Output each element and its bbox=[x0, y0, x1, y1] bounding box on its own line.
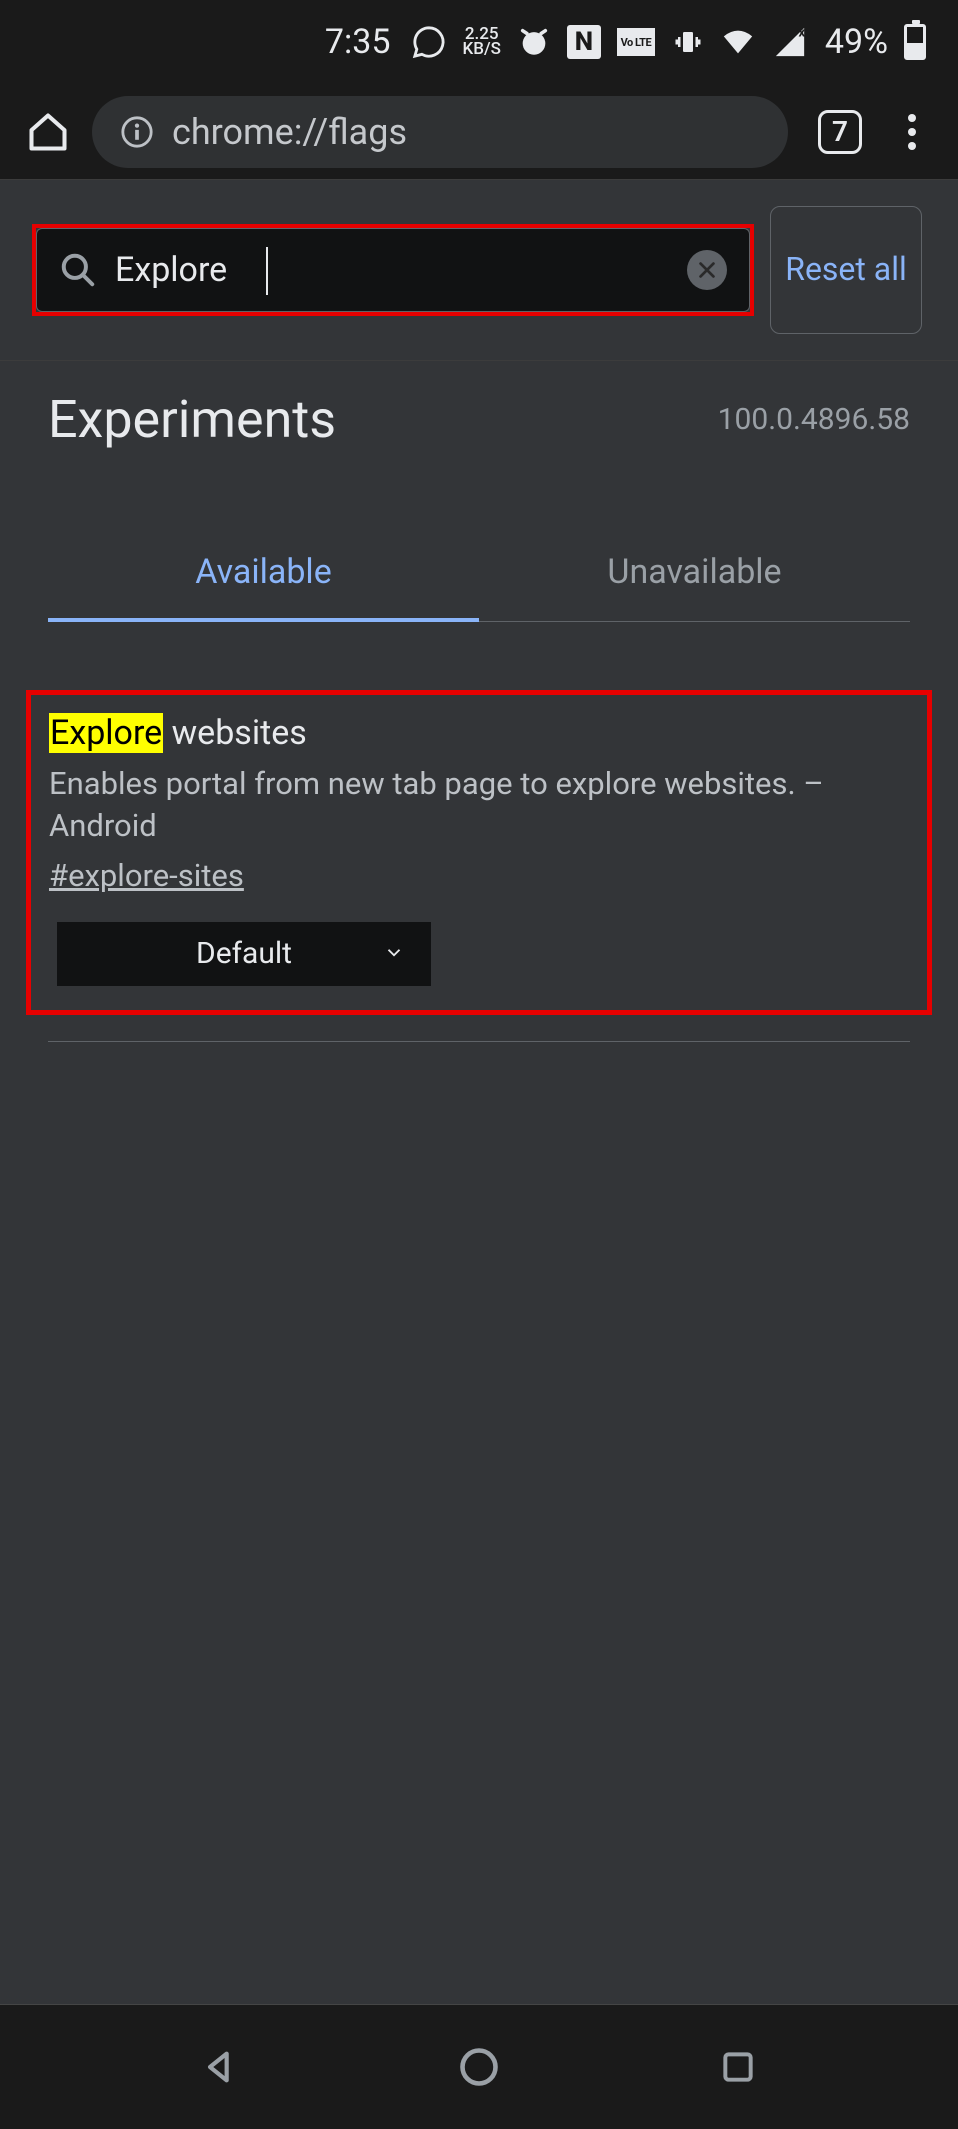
annotation-highlight: Explore websites Enables portal from new… bbox=[26, 690, 932, 1015]
page-header: Experiments 100.0.4896.58 bbox=[0, 361, 958, 450]
flag-anchor-link[interactable]: #explore-sites bbox=[49, 857, 244, 894]
wifi-icon bbox=[721, 25, 755, 59]
tabs: Available Unavailable bbox=[48, 526, 910, 622]
flags-search-box[interactable] bbox=[36, 228, 750, 312]
svg-text:x: x bbox=[798, 25, 805, 40]
android-nav-bar bbox=[0, 2005, 958, 2129]
divider bbox=[48, 1041, 910, 1042]
clear-search-button[interactable] bbox=[687, 250, 727, 290]
page-info-icon bbox=[120, 115, 154, 149]
address-bar[interactable]: chrome://flags bbox=[92, 96, 788, 168]
home-button[interactable] bbox=[24, 108, 72, 156]
tab-available[interactable]: Available bbox=[48, 526, 479, 622]
dropdown-value: Default bbox=[196, 936, 292, 971]
nav-back-button[interactable] bbox=[194, 2041, 246, 2093]
nav-home-button[interactable] bbox=[453, 2041, 505, 2093]
tab-switcher-button[interactable]: 7 bbox=[818, 110, 862, 154]
vibrate-icon bbox=[671, 25, 705, 59]
battery-percent: 49% bbox=[825, 22, 888, 62]
overflow-menu-button[interactable] bbox=[890, 110, 934, 154]
volte-icon: Vo LTE bbox=[617, 28, 655, 56]
version-label: 100.0.4896.58 bbox=[718, 402, 910, 437]
browser-toolbar: chrome://flags 7 bbox=[0, 84, 958, 180]
alarm-icon bbox=[517, 25, 551, 59]
cell-signal-icon: x bbox=[771, 25, 809, 59]
text-caret bbox=[266, 247, 268, 295]
search-input[interactable] bbox=[115, 250, 669, 290]
whatsapp-icon bbox=[412, 25, 446, 59]
tab-unavailable[interactable]: Unavailable bbox=[479, 526, 910, 621]
search-icon bbox=[59, 251, 97, 289]
url-text: chrome://flags bbox=[172, 111, 407, 153]
flag-title: Explore websites bbox=[49, 713, 909, 753]
reset-all-button[interactable]: Reset all bbox=[770, 206, 922, 334]
page-title: Experiments bbox=[48, 389, 336, 450]
flags-search-row: Reset all bbox=[0, 180, 958, 361]
nfc-icon: N bbox=[567, 25, 601, 59]
chevron-down-icon bbox=[383, 936, 405, 971]
android-status-bar: 7:35 2.25 KB/S N Vo LTE x 49% bbox=[0, 0, 958, 84]
battery-icon bbox=[904, 24, 926, 60]
nav-recents-button[interactable] bbox=[712, 2041, 764, 2093]
flag-description: Enables portal from new tab page to expl… bbox=[49, 763, 909, 847]
status-time: 7:35 bbox=[325, 22, 391, 62]
network-speed-indicator: 2.25 KB/S bbox=[462, 27, 500, 58]
results-list: Explore websites Enables portal from new… bbox=[0, 622, 958, 1042]
search-match-highlight: Explore bbox=[49, 713, 163, 753]
flag-state-dropdown[interactable]: Default bbox=[57, 922, 431, 986]
